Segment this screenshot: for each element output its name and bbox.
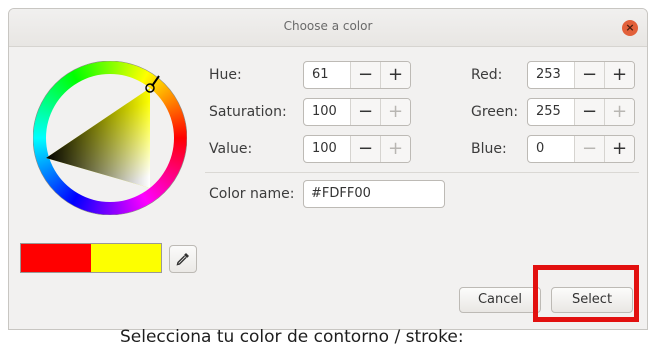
dialog-title: Choose a color [283, 19, 373, 33]
hsv-wheel-graphic [32, 60, 188, 216]
hue-spinbutton: 61 − + [303, 61, 411, 89]
green-input[interactable]: 255 [528, 99, 574, 125]
blue-increment-button[interactable]: + [604, 136, 634, 162]
color-name-label: Color name: [209, 186, 295, 202]
separator [205, 172, 639, 173]
color-wheel[interactable] [32, 60, 188, 216]
cancel-button[interactable]: Cancel [459, 287, 541, 313]
title-bar: Choose a color × [9, 9, 647, 47]
hue-input[interactable]: 61 [304, 62, 350, 88]
value-label: Value: [209, 141, 253, 157]
blue-spinbutton: 0 − + [527, 135, 635, 163]
current-color-swatch[interactable] [91, 244, 161, 272]
red-label: Red: [471, 67, 503, 83]
green-spinbutton: 255 − + [527, 98, 635, 126]
select-highlight-box [533, 265, 639, 322]
green-increment-button[interactable]: + [604, 99, 634, 125]
color-swatches [20, 243, 162, 273]
red-increment-button[interactable]: + [604, 62, 634, 88]
previous-color-swatch[interactable] [21, 244, 91, 272]
blue-input[interactable]: 0 [528, 136, 574, 162]
page-caption: Selecciona tu color de contorno / stroke… [120, 327, 464, 347]
value-increment-button[interactable]: + [380, 136, 410, 162]
red-spinbutton: 253 − + [527, 61, 635, 89]
value-spinbutton: 100 − + [303, 135, 411, 163]
green-label: Green: [471, 104, 519, 120]
value-decrement-button[interactable]: − [350, 136, 380, 162]
saturation-spinbutton: 100 − + [303, 98, 411, 126]
value-input[interactable]: 100 [304, 136, 350, 162]
hue-decrement-button[interactable]: − [350, 62, 380, 88]
red-decrement-button[interactable]: − [574, 62, 604, 88]
saturation-increment-button[interactable]: + [380, 99, 410, 125]
hue-label: Hue: [209, 67, 242, 83]
hue-increment-button[interactable]: + [380, 62, 410, 88]
eyedropper-icon [176, 253, 189, 266]
blue-label: Blue: [471, 141, 507, 157]
saturation-decrement-button[interactable]: − [350, 99, 380, 125]
eyedropper-button[interactable] [169, 245, 197, 273]
saturation-input[interactable]: 100 [304, 99, 350, 125]
color-name-input[interactable]: #FDFF00 [303, 180, 445, 208]
green-decrement-button[interactable]: − [574, 99, 604, 125]
red-input[interactable]: 253 [528, 62, 574, 88]
close-icon[interactable]: × [622, 20, 638, 36]
blue-decrement-button[interactable]: − [574, 136, 604, 162]
saturation-label: Saturation: [209, 104, 287, 120]
